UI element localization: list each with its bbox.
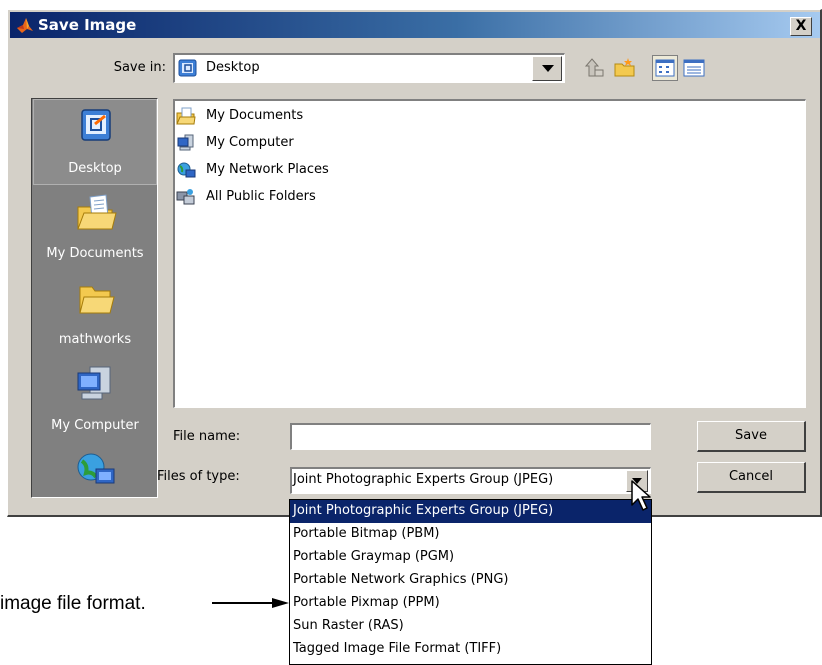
- file-type-option-ras[interactable]: Sun Raster (RAS): [290, 615, 651, 638]
- mouse-pointer-icon: [631, 480, 651, 511]
- cancel-button[interactable]: Cancel: [697, 462, 806, 493]
- close-icon: X: [795, 18, 807, 34]
- desktop-icon: [81, 109, 111, 141]
- file-name: My Computer: [206, 135, 294, 150]
- places-item-mathworks[interactable]: mathworks: [33, 271, 157, 357]
- save-in-value: Desktop: [206, 60, 260, 75]
- up-one-level-icon[interactable]: [583, 56, 607, 80]
- public-folders-icon: [176, 189, 195, 205]
- file-name: All Public Folders: [206, 189, 316, 204]
- create-new-folder-icon[interactable]: [613, 56, 637, 80]
- file-type-option-png[interactable]: Portable Network Graphics (PNG): [290, 569, 651, 592]
- my-documents-icon: [176, 107, 196, 125]
- places-item-label: My Computer: [51, 418, 139, 433]
- details-view-icon[interactable]: [682, 56, 706, 80]
- places-item-label: mathworks: [58, 332, 132, 347]
- file-name-input[interactable]: [290, 423, 651, 450]
- my-computer-icon: [77, 366, 111, 400]
- files-of-type-label: Files of type:: [157, 469, 240, 484]
- file-type-option-tiff[interactable]: Tagged Image File Format (TIFF): [290, 638, 651, 661]
- desktop-icon: [178, 59, 197, 77]
- places-item-label: Desktop: [68, 161, 122, 176]
- chevron-down-icon: [542, 65, 554, 72]
- places-item-label: My Documents: [46, 246, 144, 261]
- file-type-option-jpeg[interactable]: Joint Photographic Experts Group (JPEG): [290, 500, 651, 523]
- annotation-arrow-icon: [212, 598, 289, 608]
- file-type-option-pbm[interactable]: Portable Bitmap (PBM): [290, 523, 651, 546]
- file-name-label: File name:: [173, 429, 241, 444]
- places-item-desktop[interactable]: Desktop: [33, 99, 157, 185]
- annotation-text: image file format.: [0, 593, 146, 614]
- my-computer-icon: [177, 134, 194, 151]
- files-of-type-value: Joint Photographic Experts Group (JPEG): [293, 472, 554, 487]
- close-button[interactable]: X: [790, 17, 812, 36]
- matlab-logo-icon: [17, 18, 33, 33]
- dialog-title: Save Image: [38, 16, 137, 34]
- file-name: My Network Places: [206, 162, 329, 177]
- my-network-places-icon: [177, 162, 196, 178]
- folder-icon: [79, 286, 115, 314]
- save-button[interactable]: Save: [697, 421, 806, 452]
- places-item-my-network-places[interactable]: [33, 443, 157, 497]
- file-type-option-ppm[interactable]: Portable Pixmap (PPM): [290, 592, 651, 615]
- places-item-my-documents[interactable]: My Documents: [33, 185, 157, 271]
- my-documents-icon: [77, 194, 117, 230]
- save-in-dropdown-button[interactable]: [532, 56, 562, 81]
- file-type-option-pgm[interactable]: Portable Graymap (PGM): [290, 546, 651, 569]
- save-in-label: Save in:: [113, 60, 166, 75]
- places-item-my-computer[interactable]: My Computer: [33, 357, 157, 443]
- file-name: My Documents: [206, 108, 304, 123]
- list-view-icon[interactable]: [652, 55, 678, 81]
- places-bar: Desktop My Documents mathworks My Comput…: [31, 98, 158, 498]
- my-network-places-icon: [77, 453, 115, 484]
